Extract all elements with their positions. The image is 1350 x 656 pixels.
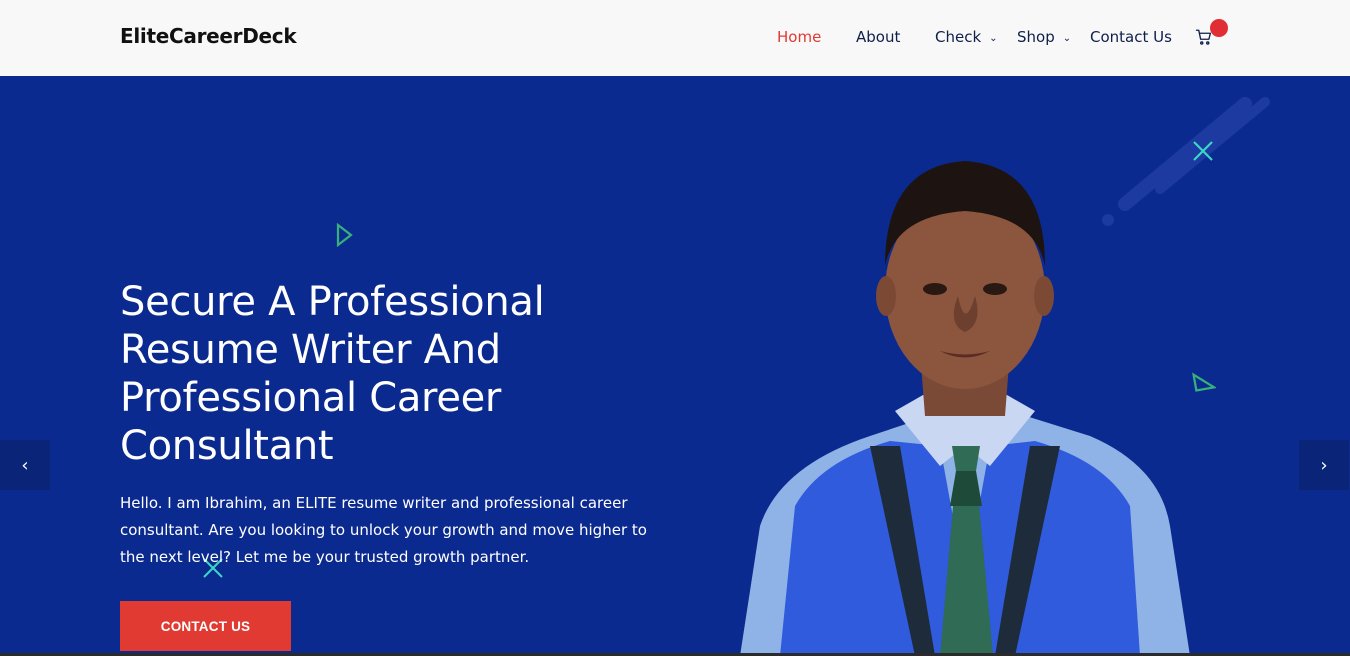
nav-contact-us-label: Contact Us	[1090, 28, 1172, 46]
nav-home[interactable]: Home	[777, 28, 821, 46]
consultant-portrait-image	[740, 161, 1190, 656]
nav-about-label: About	[856, 28, 901, 46]
nav-contact-us[interactable]: Contact Us	[1090, 28, 1172, 46]
nav-shop[interactable]: Shop ⌄	[1017, 28, 1071, 46]
site-header: EliteCareerDeck Home About Check ⌄ Shop ⌄ …	[0, 0, 1350, 76]
contact-us-button[interactable]: CONTACT US	[120, 601, 291, 651]
cart-badge	[1210, 19, 1228, 37]
triangle-decoration-icon	[336, 223, 353, 247]
nav-check[interactable]: Check ⌄	[935, 28, 998, 46]
hero-slider: Secure A Professional Resume Writer And …	[0, 76, 1350, 656]
hero-title: Secure A Professional Resume Writer And …	[120, 279, 545, 469]
slider-next-button[interactable]: ›	[1299, 440, 1349, 490]
slider-prev-button[interactable]: ‹	[0, 440, 50, 490]
nav-shop-label: Shop	[1017, 28, 1055, 46]
chevron-left-icon: ‹	[21, 454, 29, 476]
chevron-right-icon: ›	[1320, 454, 1328, 476]
chevron-down-icon: ⌄	[989, 33, 998, 44]
nav-about[interactable]: About	[856, 28, 900, 46]
nav-check-label: Check	[935, 28, 982, 46]
nav-home-label: Home	[777, 28, 822, 46]
chevron-down-icon: ⌄	[1062, 33, 1072, 44]
hero-description: Hello. I am Ibrahim, an ELITE resume wri…	[120, 494, 647, 566]
main-nav: Home About Check ⌄ Shop ⌄ Contact Us	[0, 28, 1350, 50]
